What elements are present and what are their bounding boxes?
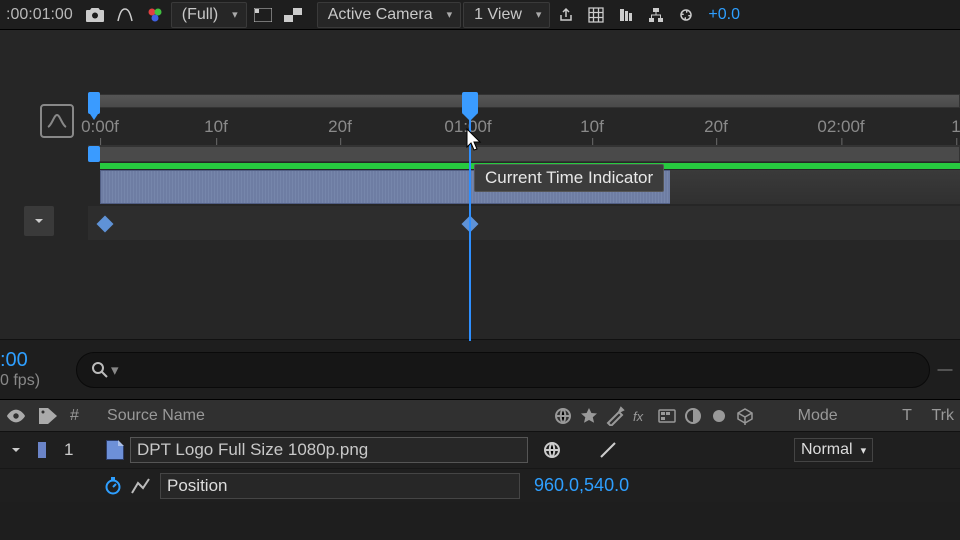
layer-source-name[interactable]: DPT Logo Full Size 1080p.png bbox=[130, 437, 528, 463]
solo-switch-icon[interactable] bbox=[579, 406, 599, 426]
tick-label: 0:00f bbox=[81, 117, 119, 137]
comp-timecode[interactable]: :00 bbox=[0, 349, 68, 372]
value-graph-icon[interactable] bbox=[128, 474, 154, 498]
layer-bar-outside bbox=[670, 170, 960, 204]
effects-switch-icon[interactable] bbox=[605, 406, 625, 426]
tag-icon[interactable] bbox=[32, 400, 64, 431]
tick-label: 20f bbox=[328, 117, 352, 137]
chevron-down-icon: ▾ bbox=[447, 8, 453, 21]
row-expand-toggle[interactable] bbox=[24, 206, 54, 236]
frame-blend-icon[interactable]: fx bbox=[631, 406, 651, 426]
graph-editor-icon[interactable] bbox=[40, 104, 74, 138]
work-area-start-handle[interactable] bbox=[88, 146, 100, 162]
chevron-down-icon: ▾ bbox=[861, 444, 867, 457]
keyframe-track[interactable] bbox=[88, 206, 960, 240]
comp-fps: 0 fps) bbox=[0, 372, 68, 390]
motion-blur-icon[interactable] bbox=[657, 406, 677, 426]
collapse-icon[interactable] bbox=[735, 406, 755, 426]
switches-header: fx bbox=[547, 400, 792, 431]
current-time-indicator[interactable] bbox=[462, 92, 478, 114]
panel-menu-icon[interactable]: — bbox=[930, 361, 960, 378]
keyframe-diamond[interactable] bbox=[97, 216, 114, 233]
exposure-icon[interactable] bbox=[672, 2, 700, 28]
tick-label: 10f bbox=[204, 117, 228, 137]
video-on-icon[interactable] bbox=[542, 440, 562, 460]
in-point-handle[interactable] bbox=[88, 92, 100, 114]
viewer-top-bar: :00:01:00 (Full) ▾ Active Camera ▾ 1 Vie… bbox=[0, 0, 960, 30]
camera-label: Active Camera bbox=[328, 6, 433, 24]
tick-label: 02:00f bbox=[817, 117, 864, 137]
tooltip: Current Time Indicator bbox=[474, 164, 664, 192]
trkmat-header-t[interactable]: T bbox=[896, 400, 925, 431]
channels-icon[interactable] bbox=[141, 2, 169, 28]
time-navigator[interactable] bbox=[88, 94, 960, 108]
property-value[interactable]: 960.0,540.0 bbox=[534, 475, 629, 496]
comp-nav-icon[interactable] bbox=[111, 2, 139, 28]
resolution-label: (Full) bbox=[182, 6, 218, 24]
shy-toggle-icon[interactable] bbox=[0, 400, 32, 431]
time-ruler[interactable]: 0:00f 10f 20f 01:00f 10f 20f 02:00f 1 bbox=[88, 108, 960, 146]
layer-row[interactable]: 1 DPT Logo Full Size 1080p.png Normal ▾ bbox=[0, 432, 960, 468]
timeline-search[interactable]: ▾ bbox=[76, 352, 930, 388]
blend-mode-dropdown[interactable]: Normal ▾ bbox=[794, 438, 873, 462]
chevron-down-icon: ▾ bbox=[232, 8, 238, 21]
video-switch-icon[interactable] bbox=[553, 406, 573, 426]
tick-label: 10f bbox=[580, 117, 604, 137]
tick-label: 20f bbox=[704, 117, 728, 137]
search-icon bbox=[91, 361, 109, 379]
index-header[interactable]: # bbox=[64, 400, 101, 431]
property-name[interactable]: Position bbox=[160, 473, 520, 499]
tick-label: 1 bbox=[951, 117, 960, 137]
stopwatch-icon[interactable] bbox=[100, 474, 126, 498]
mask-toggle-icon[interactable] bbox=[279, 2, 307, 28]
camera-dropdown[interactable]: Active Camera ▾ bbox=[317, 2, 461, 28]
snapshot-icon[interactable] bbox=[81, 2, 109, 28]
quality-switch-icon[interactable] bbox=[598, 440, 618, 460]
comp-info-strip: :00 0 fps) ▾ — bbox=[0, 340, 960, 400]
trkmat-header[interactable]: Trk bbox=[926, 400, 960, 431]
keyframe-diamond[interactable] bbox=[462, 216, 479, 233]
adjustment-icon[interactable] bbox=[683, 406, 703, 426]
preview-timecode[interactable]: :00:01:00 bbox=[4, 6, 79, 24]
guides-icon[interactable] bbox=[612, 2, 640, 28]
layer-expand-toggle[interactable] bbox=[0, 432, 32, 468]
property-row: Position 960.0,540.0 bbox=[0, 468, 960, 502]
flowchart-icon[interactable] bbox=[642, 2, 670, 28]
exposure-value[interactable]: +0.0 bbox=[702, 6, 740, 24]
search-caret: ▾ bbox=[111, 361, 119, 379]
work-area-ruler[interactable] bbox=[88, 146, 960, 162]
layer-index: 1 bbox=[52, 432, 100, 468]
chevron-down-icon: ▾ bbox=[536, 8, 542, 21]
3d-layer-icon[interactable] bbox=[709, 406, 729, 426]
grid-icon[interactable] bbox=[582, 2, 610, 28]
transparency-grid-icon[interactable] bbox=[249, 2, 277, 28]
view-count-label: 1 View bbox=[474, 6, 522, 24]
footage-type-icon bbox=[106, 440, 124, 460]
resolution-dropdown[interactable]: (Full) ▾ bbox=[171, 2, 247, 28]
view-count-dropdown[interactable]: 1 View ▾ bbox=[463, 2, 550, 28]
source-name-header[interactable]: Source Name bbox=[101, 400, 547, 431]
layer-label-color[interactable] bbox=[32, 432, 52, 468]
layer-columns-header: # Source Name fx Mode T Trk bbox=[0, 400, 960, 432]
mode-header[interactable]: Mode bbox=[792, 400, 896, 431]
blend-mode-label: Normal bbox=[801, 441, 853, 459]
svg-text:fx: fx bbox=[633, 409, 644, 424]
share-view-icon[interactable] bbox=[552, 2, 580, 28]
timeline-viewport[interactable]: 0:00f 10f 20f 01:00f 10f 20f 02:00f 1 Cu… bbox=[0, 30, 960, 340]
